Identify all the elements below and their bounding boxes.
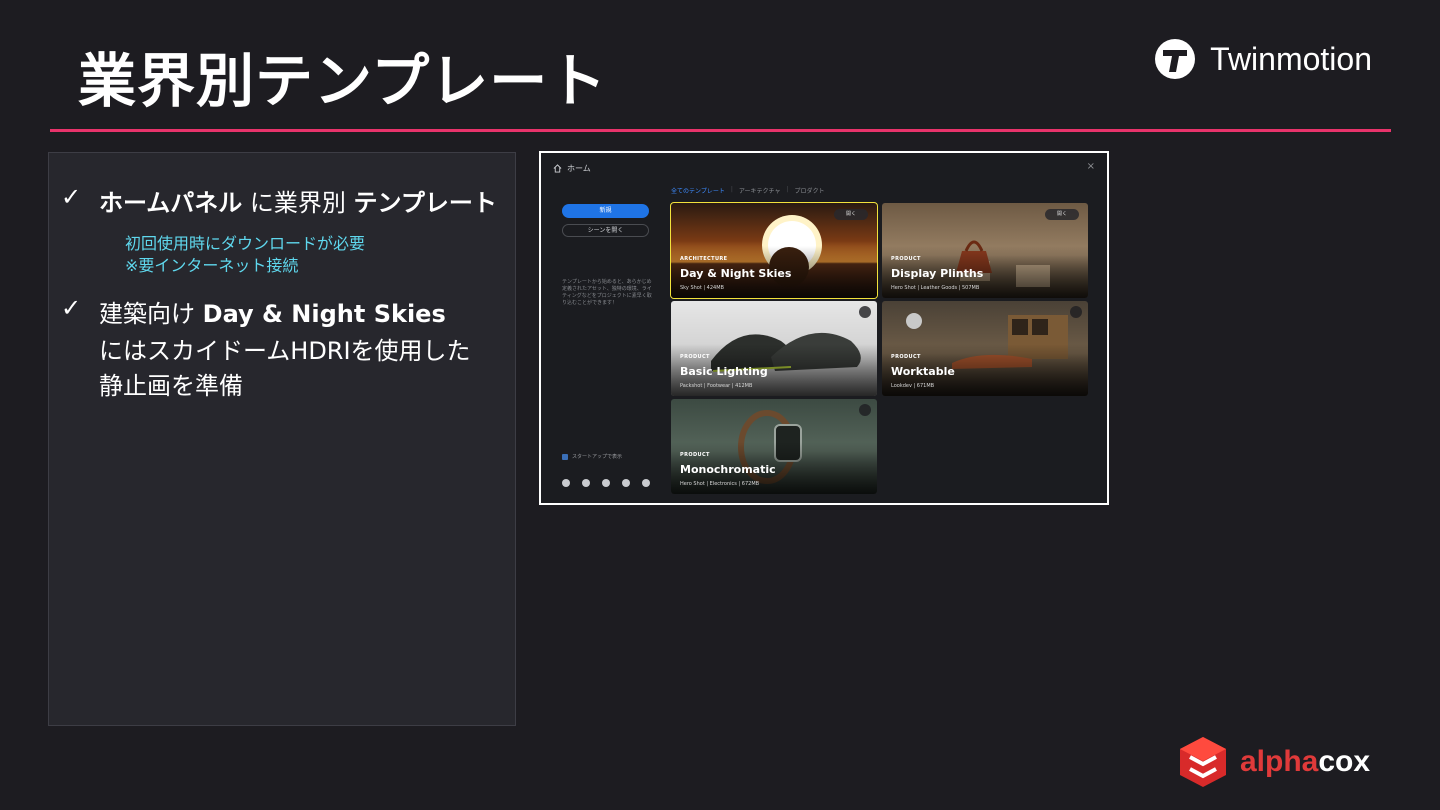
template-card-worktable[interactable]: PRODUCT Worktable Lookdev | 671MB [882, 301, 1088, 396]
card-meta: Sky Shot | 424MB [680, 285, 724, 291]
bullet-1-line: ホームパネル に業界別 テンプレート [99, 183, 497, 218]
twinmotion-logo-icon [1155, 39, 1196, 79]
tab-product[interactable]: プロダクト [794, 186, 824, 195]
bullet-2-text: 建築向け [99, 300, 203, 328]
checkbox-icon[interactable] [562, 453, 568, 460]
home-label: ホーム [567, 164, 591, 173]
alphacox-cube-icon [1180, 737, 1226, 787]
download-icon[interactable] [859, 306, 871, 318]
card-open-button[interactable]: 開く [1045, 209, 1079, 220]
card-category: PRODUCT [680, 354, 710, 360]
home-header[interactable]: ホーム [553, 163, 591, 174]
card-title: Display Plinths [891, 267, 984, 280]
card-meta: Lookdev | 671MB [891, 383, 935, 389]
facebook-icon[interactable] [562, 479, 570, 487]
youtube-icon[interactable] [642, 479, 650, 487]
startup-label: スタートアップで表示 [572, 454, 623, 460]
card-meta: Hero Shot | Electronics | 672MB [680, 481, 760, 487]
check-icon: ✓ [61, 183, 82, 211]
bullet-1-bold-home: ホームパネル [99, 189, 243, 217]
card-category: PRODUCT [891, 354, 921, 360]
title-divider [50, 129, 1391, 132]
alphacox-wordmark: alphacox [1240, 745, 1370, 779]
bullet-panel: ✓ ホームパネル に業界別 テンプレート 初回使用時にダウンロードが必要 ※要イ… [48, 152, 516, 726]
alphacox-part-alpha: alpha [1240, 745, 1319, 778]
card-open-button[interactable]: 開く [834, 209, 868, 220]
new-button[interactable]: 新規 [562, 204, 649, 218]
card-title: Worktable [891, 365, 955, 378]
check-icon: ✓ [61, 294, 82, 322]
brand-name: Twinmotion [1210, 40, 1372, 77]
slide-title: 業界別テンプレート [78, 47, 608, 115]
alphacox-part-cox: cox [1318, 745, 1371, 778]
card-category: PRODUCT [891, 256, 921, 262]
template-card-basic-lighting[interactable]: PRODUCT Basic Lighting Packshot | Footwe… [671, 301, 877, 396]
card-title: Day & Night Skies [680, 267, 792, 280]
twitter-icon[interactable] [602, 479, 610, 487]
download-icon[interactable] [1070, 306, 1082, 318]
app-screenshot: ホーム × 新規 シーンを開く テンプレートから始めると、あらかじめ定義されたア… [539, 151, 1109, 505]
card-meta: Hero Shot | Leather Goods | 507MB [891, 285, 980, 291]
card-category: PRODUCT [680, 452, 710, 458]
open-scene-button[interactable]: シーンを開く [562, 224, 649, 237]
alphacox-logo: alphacox [1178, 735, 1370, 789]
bullet-2-line-3: 静止画を準備 [99, 372, 243, 400]
template-tabs: 全てのテンプレート | アーキテクチャ | プロダクト [671, 186, 825, 195]
bullet-2-line-1: 建築向け Day & Night Skies [99, 294, 446, 329]
card-title: Basic Lighting [680, 365, 768, 378]
home-icon [553, 164, 562, 173]
startup-toggle[interactable]: スタートアップで表示 [562, 453, 622, 460]
instagram-icon[interactable] [582, 479, 590, 487]
twinmotion-home-panel: ホーム × 新規 シーンを開く テンプレートから始めると、あらかじめ定義されたア… [541, 153, 1107, 503]
close-icon[interactable]: × [1087, 161, 1095, 172]
bullet-2-bold: Day & Night Skies [202, 300, 446, 328]
card-title: Monochromatic [680, 463, 776, 476]
social-links [562, 479, 650, 487]
bullet-1-sub-2: ※要インターネット接続 [125, 256, 299, 275]
tab-separator: | [730, 186, 733, 193]
linkedin-icon[interactable] [622, 479, 630, 487]
twinmotion-brand: Twinmotion [1154, 38, 1372, 80]
sidebar-description: テンプレートから始めると、あらかじめ定義されたアセット、独特の環境、ライティング… [562, 279, 652, 306]
template-card-day-night-skies[interactable]: 開く ARCHITECTURE Day & Night Skies Sky Sh… [670, 202, 878, 299]
bullet-1-bold-template: テンプレート [353, 189, 497, 217]
bullet-2-line-2: にはスカイドームHDRIを使用した [99, 337, 471, 365]
app-sidebar: 新規 シーンを開く テンプレートから始めると、あらかじめ定義されたアセット、独特… [541, 181, 661, 503]
bullet-1-sub-1: 初回使用時にダウンロードが必要 [125, 234, 366, 253]
tab-separator: | [786, 186, 789, 193]
card-category: ARCHITECTURE [680, 256, 728, 262]
tab-all-templates[interactable]: 全てのテンプレート [671, 186, 725, 195]
bullet-1-text: に業界別 [242, 189, 354, 217]
card-meta: Packshot | Footwear | 412MB [680, 383, 753, 389]
template-card-display-plinths[interactable]: 開く PRODUCT Display Plinths Hero Shot | L… [882, 203, 1088, 298]
download-icon[interactable] [859, 404, 871, 416]
template-card-monochromatic[interactable]: PRODUCT Monochromatic Hero Shot | Electr… [671, 399, 877, 494]
tab-architecture[interactable]: アーキテクチャ [739, 186, 781, 195]
